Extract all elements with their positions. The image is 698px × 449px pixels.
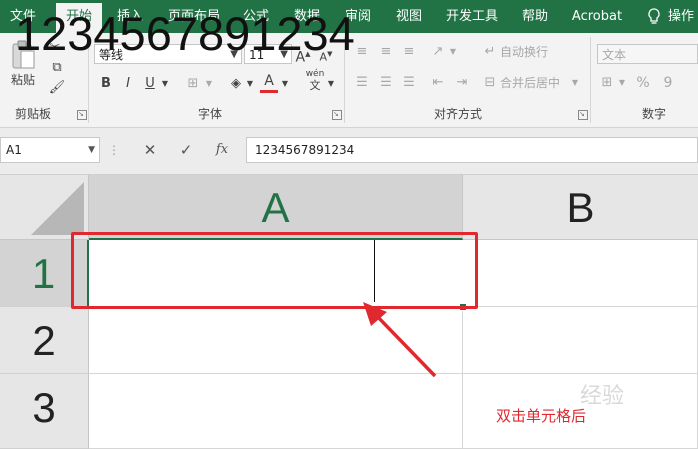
currency-icon[interactable]: ⊞ xyxy=(598,73,616,93)
annotation-text: 双击单元格后 xyxy=(496,407,587,425)
alignment-launcher-icon[interactable]: ↘ xyxy=(578,110,588,120)
font-group-label: 字体 xyxy=(197,107,222,121)
comma-button[interactable]: 9 xyxy=(660,73,676,93)
arrow-icon xyxy=(363,302,437,378)
bold-button[interactable]: B xyxy=(97,74,115,94)
alignment-group-label: 对齐方式 xyxy=(433,107,482,121)
phonetic-button[interactable]: wén 文 xyxy=(302,69,328,93)
watermark: 经验 xyxy=(580,384,625,409)
row-header-3[interactable]: 3 xyxy=(0,374,89,449)
underline-button[interactable]: U xyxy=(141,74,159,94)
cell-a1-value: 1234567891234 xyxy=(15,7,355,60)
wrap-text-icon[interactable]: ↵ xyxy=(482,42,498,62)
chevron-down-icon[interactable]: ▼ xyxy=(160,74,170,94)
format-painter-icon[interactable]: 🖌 xyxy=(46,78,68,98)
tab-view[interactable]: 视图 xyxy=(389,0,429,33)
select-all-corner[interactable] xyxy=(0,175,89,240)
number-group-label: 数字 xyxy=(641,107,666,121)
more-options-icon[interactable]: ⋮ xyxy=(108,137,120,163)
font-color-button[interactable]: A xyxy=(260,73,278,93)
chevron-down-icon[interactable]: ▼ xyxy=(448,42,458,62)
chevron-down-icon[interactable]: ▼ xyxy=(245,74,255,94)
chevron-down-icon[interactable]: ▼ xyxy=(204,74,214,94)
separator xyxy=(590,37,591,123)
formula-input[interactable]: 1234567891234 xyxy=(246,137,698,163)
cancel-button[interactable]: ✕ xyxy=(138,137,162,163)
cell-a1[interactable]: 1234567891234 xyxy=(0,0,374,67)
enter-button[interactable]: ✓ xyxy=(174,137,198,163)
paste-button[interactable]: 粘贴 xyxy=(8,70,38,90)
cell-b1[interactable] xyxy=(463,240,698,307)
chevron-down-icon[interactable]: ▼ xyxy=(326,74,336,94)
name-box[interactable]: A1 ▼ xyxy=(0,137,100,163)
tab-acrobat[interactable]: Acrobat xyxy=(566,0,628,33)
increase-indent-icon[interactable]: ⇥ xyxy=(452,73,472,93)
align-bottom-icon[interactable]: ≡ xyxy=(399,42,419,62)
chevron-down-icon: ▼ xyxy=(88,145,95,155)
decrease-indent-icon[interactable]: ⇤ xyxy=(428,73,448,93)
merge-center-icon[interactable]: ⊟ xyxy=(482,73,498,93)
italic-button[interactable]: I xyxy=(119,74,137,94)
fill-color-icon[interactable]: ◈ xyxy=(226,74,246,94)
tab-help[interactable]: 帮助 xyxy=(515,0,555,33)
align-top-icon[interactable]: ≡ xyxy=(352,42,372,62)
border-icon[interactable]: ⊞ xyxy=(183,74,203,94)
align-middle-icon[interactable]: ≡ xyxy=(376,42,396,62)
align-right-icon[interactable]: ☰ xyxy=(399,73,419,93)
align-center-icon[interactable]: ☰ xyxy=(376,73,396,93)
chevron-down-icon[interactable]: ▼ xyxy=(570,73,580,93)
wrap-text-button[interactable]: 自动换行 xyxy=(500,42,548,62)
name-box-value: A1 xyxy=(6,143,22,157)
merge-center-button[interactable]: 合并后居中 xyxy=(500,73,560,93)
number-format-combo[interactable]: 文本 xyxy=(597,44,698,64)
row-header-2[interactable]: 2 xyxy=(0,307,89,374)
clipboard-launcher-icon[interactable]: ↘ xyxy=(77,110,87,120)
insert-function-button[interactable]: fx xyxy=(210,137,234,163)
orientation-icon[interactable]: ↗ xyxy=(428,42,448,62)
chevron-down-icon[interactable]: ▼ xyxy=(617,73,627,93)
percent-button[interactable]: % xyxy=(635,73,651,93)
clipboard-group-label: 剪贴板 xyxy=(14,107,51,121)
lightbulb-icon[interactable] xyxy=(644,0,664,33)
column-header-a[interactable]: A xyxy=(89,175,463,240)
tell-me-label[interactable]: 操作 xyxy=(668,0,698,33)
chevron-down-icon[interactable]: ▼ xyxy=(280,74,290,94)
align-left-icon[interactable]: ☰ xyxy=(352,73,372,93)
tab-developer[interactable]: 开发工具 xyxy=(441,0,503,33)
formula-bar: A1 ▼ ⋮ ✕ ✓ fx 1234567891234 xyxy=(0,128,698,175)
cell-b2[interactable] xyxy=(463,307,698,374)
font-launcher-icon[interactable]: ↘ xyxy=(332,110,342,120)
number-format-value: 文本 xyxy=(602,48,627,62)
column-header-b[interactable]: B xyxy=(463,175,698,240)
cell-a3[interactable] xyxy=(89,374,463,449)
